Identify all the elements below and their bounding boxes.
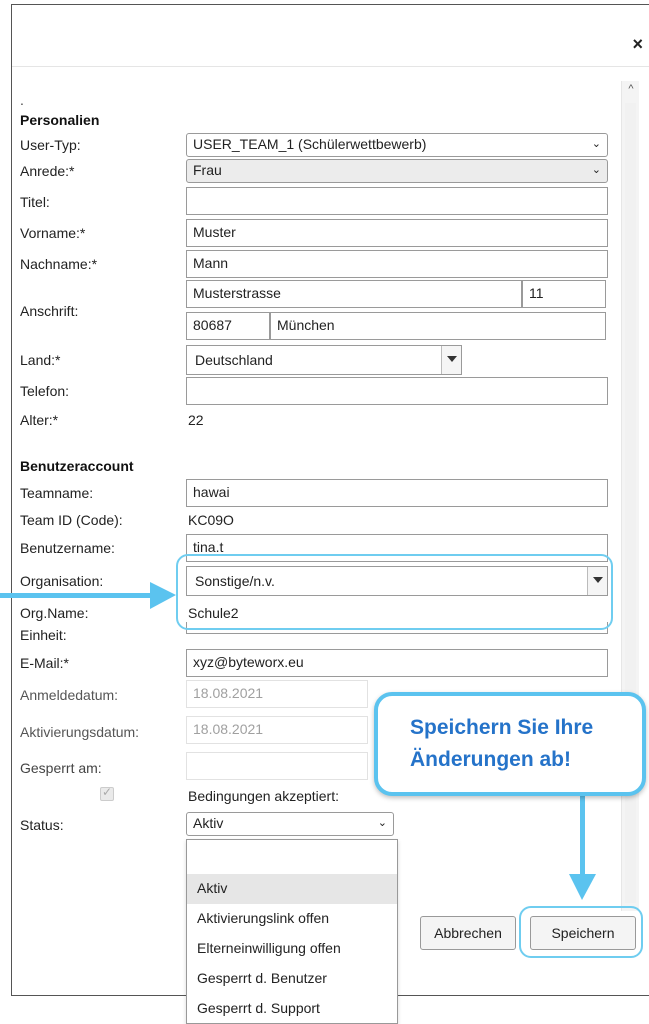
- gesperrt-am-label: Gesperrt am:: [20, 760, 102, 776]
- status-dropdown-list: Aktiv Aktivierungslink offen Elterneinwi…: [186, 839, 398, 1024]
- telefon-label: Telefon:: [20, 383, 70, 399]
- arrow-down-icon: [569, 874, 596, 900]
- ort-input[interactable]: München: [270, 312, 606, 340]
- callout-line-2: Änderungen ab!: [410, 748, 571, 771]
- email-label: E-Mail:*: [20, 655, 70, 671]
- email-input[interactable]: xyz@byteworx.eu: [186, 649, 608, 677]
- anrede-select[interactable]: Frau ⌄: [186, 159, 608, 183]
- aktivierungsdatum-input: 18.08.2021: [186, 716, 368, 744]
- teamname-input[interactable]: hawai: [186, 479, 608, 507]
- anrede-value: Frau: [193, 162, 222, 178]
- dropdown-arrow-icon: [447, 356, 457, 362]
- teamname-label: Teamname:: [20, 485, 94, 501]
- vorname-label: Vorname:*: [20, 225, 86, 241]
- benutzername-label: Benutzername:: [20, 540, 115, 556]
- status-option-aktiv[interactable]: Aktiv: [187, 874, 397, 904]
- bedingungen-label: Bedingungen akzeptiert:: [188, 788, 339, 804]
- abbrechen-button[interactable]: Abbrechen: [420, 916, 516, 950]
- hausnummer-input[interactable]: 11: [522, 280, 606, 308]
- einheit-label: Einheit:: [20, 627, 67, 643]
- scroll-up-icon[interactable]: ^: [622, 83, 640, 95]
- team-id-label: Team ID (Code):: [20, 512, 123, 528]
- strasse-input[interactable]: Musterstrasse: [186, 280, 522, 308]
- status-option-gesperrt-support[interactable]: Gesperrt d. Support: [187, 994, 397, 1024]
- gesperrt-am-input: [186, 752, 368, 780]
- alter-value: 22: [188, 412, 204, 428]
- user-typ-select[interactable]: USER_TEAM_1 (Schülerwettbewerb) ⌄: [186, 133, 608, 157]
- chevron-down-icon: ⌄: [591, 164, 601, 176]
- section-personalien: Personalien: [20, 112, 100, 128]
- speichern-highlight: [519, 906, 643, 958]
- chevron-down-icon: ⌄: [377, 817, 387, 829]
- land-value: Deutschland: [195, 352, 273, 368]
- anmeldedatum-label: Anmeldedatum:: [20, 687, 119, 703]
- telefon-input[interactable]: [186, 377, 608, 405]
- vorname-input[interactable]: Muster: [186, 219, 608, 247]
- land-combobox[interactable]: Deutschland: [186, 345, 462, 375]
- land-dropdown-button[interactable]: [441, 346, 461, 374]
- land-label: Land:*: [20, 352, 61, 368]
- user-typ-label: User-Typ:: [20, 137, 81, 153]
- titel-label: Titel:: [20, 194, 50, 210]
- alter-label: Alter:*: [20, 412, 59, 428]
- aktivierungsdatum-label: Aktivierungsdatum:: [20, 724, 140, 740]
- chevron-down-icon: ⌄: [591, 138, 601, 150]
- user-typ-value: USER_TEAM_1 (Schülerwettbewerb): [193, 136, 427, 152]
- anrede-label: Anrede:*: [20, 163, 75, 179]
- status-option-gesperrt-benutzer[interactable]: Gesperrt d. Benutzer: [187, 964, 397, 994]
- arrow-right-icon: [150, 582, 176, 609]
- status-option-elterneinwilligung-offen[interactable]: Elterneinwilligung offen: [187, 934, 397, 964]
- section-benutzeraccount: Benutzeraccount: [20, 458, 134, 474]
- nachname-input[interactable]: Mann: [186, 250, 608, 278]
- org-name-label: Org.Name:: [20, 605, 89, 621]
- titel-input[interactable]: [186, 187, 608, 215]
- organisation-label: Organisation:: [20, 573, 104, 589]
- annotation-arrow-line: [0, 593, 156, 598]
- organisation-highlight: [176, 554, 613, 630]
- plz-input[interactable]: 80687: [186, 312, 270, 340]
- dialog-header: [12, 5, 649, 67]
- callout-line-1: Speichern Sie Ihre: [410, 716, 594, 739]
- nachname-label: Nachname:*: [20, 256, 98, 272]
- close-icon[interactable]: ×: [632, 35, 643, 53]
- status-option-empty[interactable]: [187, 840, 397, 874]
- callout-bubble: Speichern Sie Ihre Änderungen ab!: [374, 692, 646, 796]
- status-select[interactable]: Aktiv ⌄: [186, 812, 394, 836]
- status-option-aktivierungslink-offen[interactable]: Aktivierungslink offen: [187, 904, 397, 934]
- team-id-value: KC09O: [188, 512, 234, 528]
- anschrift-label: Anschrift:: [20, 303, 79, 319]
- status-value: Aktiv: [193, 815, 224, 831]
- status-label: Status:: [20, 817, 64, 833]
- annotation-arrow-line-vertical: [580, 796, 585, 876]
- bedingungen-checkbox: [100, 785, 114, 801]
- dot-marker: .: [20, 92, 24, 108]
- anmeldedatum-input: 18.08.2021: [186, 680, 368, 708]
